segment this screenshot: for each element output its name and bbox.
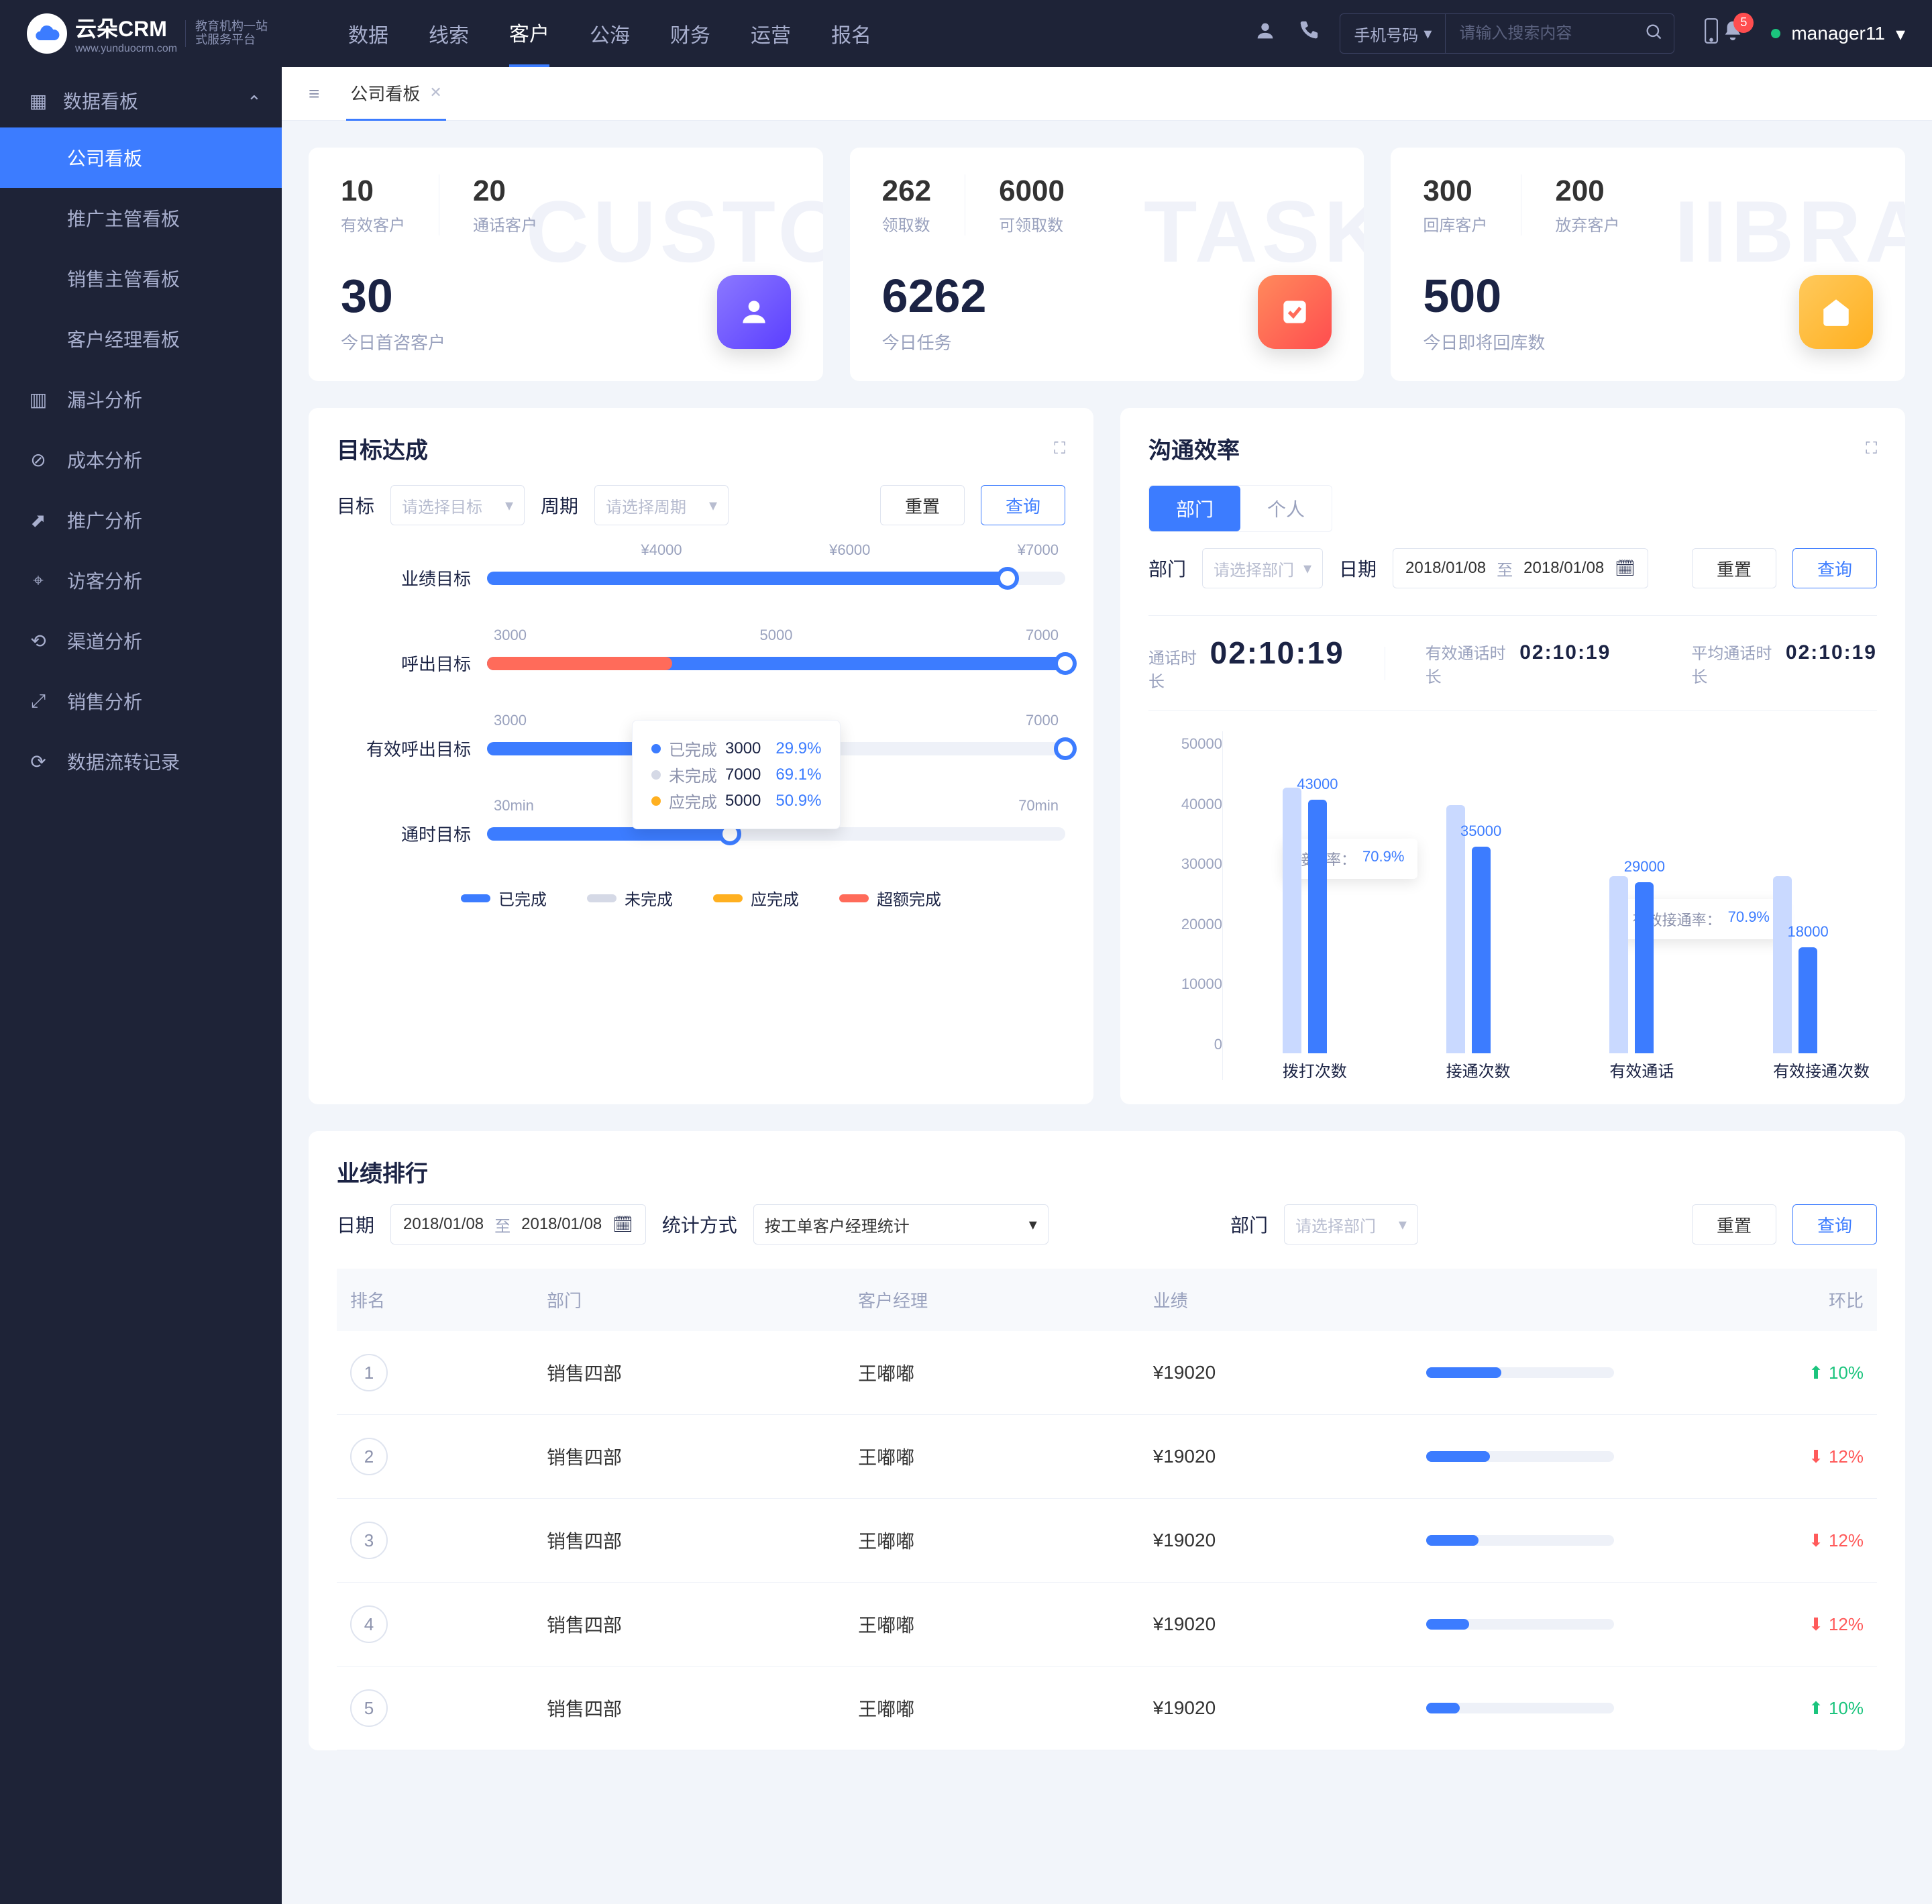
targets-reset[interactable]: 重置: [880, 485, 965, 525]
sidebar-item-1[interactable]: 推广主管看板: [0, 188, 282, 248]
chevron-down-icon: ▾: [1896, 23, 1905, 45]
sidebar-single-2[interactable]: ⬈推广分析: [0, 490, 282, 550]
search-box: 手机号码▾: [1340, 13, 1674, 54]
menu-icon: ⊘: [27, 449, 50, 471]
topnav-1[interactable]: 线索: [429, 0, 469, 67]
sidebar-single-6[interactable]: ⟳数据流转记录: [0, 731, 282, 792]
comm-query[interactable]: 查询: [1792, 548, 1877, 588]
bell-icon[interactable]: 5: [1721, 19, 1744, 48]
comm-tab-dept[interactable]: 部门: [1149, 486, 1240, 531]
sidebar-item-3[interactable]: 客户经理看板: [0, 309, 282, 369]
table-row[interactable]: 1销售四部王嘟嘟¥19020⬆10%: [337, 1331, 1877, 1415]
mobile-icon[interactable]: [1701, 17, 1721, 50]
dashboard-icon: ▦: [27, 90, 50, 112]
table-row[interactable]: 5销售四部王嘟嘟¥19020⬆10%: [337, 1667, 1877, 1750]
comm-tab-person[interactable]: 个人: [1240, 486, 1332, 531]
sidebar-group-dashboard[interactable]: ▦数据看板: [0, 74, 282, 127]
sidebar-single-4[interactable]: ⟲渠道分析: [0, 611, 282, 671]
comm-tabs: 部门 个人: [1148, 485, 1332, 532]
hamburger-icon[interactable]: ≡: [309, 83, 319, 105]
status-dot: [1771, 29, 1780, 38]
comm-chart: 50000400003000020000100000 接通率：70.9% 有效接…: [1148, 731, 1877, 1080]
comm-metrics: 通话时长02:10:19 有效通话时长02:10:19 平均通话时长02:10:…: [1148, 615, 1877, 711]
topnav-2[interactable]: 客户: [509, 0, 549, 67]
stat-card-0: CUSTO10有效客户20通话客户30今日首咨客户: [309, 148, 823, 381]
menu-icon: ▥: [27, 388, 50, 411]
content: ≡ 公司看板✕ CUSTO10有效客户20通话客户30今日首咨客户TASK262…: [282, 67, 1932, 1904]
expand-icon[interactable]: ⛶: [1054, 439, 1065, 458]
search-button[interactable]: [1633, 22, 1674, 46]
sidebar-item-0[interactable]: 公司看板: [0, 127, 282, 188]
menu-icon: ⌖: [27, 570, 50, 592]
avatar-icon[interactable]: [1254, 19, 1277, 48]
notif-badge: 5: [1733, 13, 1754, 33]
menu-icon: ⟲: [27, 630, 50, 652]
rank-table: 排名 部门 客户经理 业绩 环比 1销售四部王嘟嘟¥19020⬆10%2销售四部…: [337, 1269, 1877, 1750]
tab-company[interactable]: 公司看板✕: [346, 67, 445, 121]
topnav-5[interactable]: 运营: [751, 0, 791, 67]
rank-dept-select[interactable]: 请选择部门▾: [1284, 1204, 1418, 1245]
sidebar-single-3[interactable]: ⌖访客分析: [0, 550, 282, 611]
calendar-icon: 🗓: [1615, 559, 1635, 578]
goal-label: 目标: [337, 492, 374, 519]
comm-reset[interactable]: 重置: [1692, 548, 1776, 588]
comm-title: 沟通效率: [1148, 432, 1240, 465]
panel-targets: 目标达成 ⛶ 目标 请选择目标▾ 周期 请选择周期▾ 重置 查询: [309, 408, 1093, 1104]
panel-rank: 业绩排行 日期 2018/01/08至2018/01/08 🗓 统计方式 按工单…: [309, 1131, 1905, 1750]
comm-date-range[interactable]: 2018/01/08至2018/01/08 🗓: [1393, 548, 1648, 588]
user-menu[interactable]: manager11 ▾: [1771, 23, 1905, 45]
targets-tooltip: 已完成300029.9% 未完成700069.1% 应完成500050.9%: [632, 720, 841, 829]
table-row[interactable]: 3销售四部王嘟嘟¥19020⬇12%: [337, 1499, 1877, 1583]
targets-legend: 已完成 未完成 应完成 超额完成: [337, 886, 1065, 910]
menu-icon: ⟳: [27, 751, 50, 773]
expand-icon[interactable]: ⛶: [1866, 439, 1877, 458]
period-select[interactable]: 请选择周期▾: [594, 485, 729, 525]
topnav-4[interactable]: 财务: [670, 0, 710, 67]
rank-query[interactable]: 查询: [1792, 1204, 1877, 1245]
stat-card-2: IIBRA300回库客户200放弃客户500今日即将回库数: [1391, 148, 1905, 381]
rank-reset[interactable]: 重置: [1692, 1204, 1776, 1245]
topbar: 云朵CRM www.yunduocrm.com 教育机构一站式服务平台 数据线索…: [0, 0, 1932, 67]
topnav-3[interactable]: 公海: [590, 0, 630, 67]
phone-icon[interactable]: [1297, 19, 1320, 48]
user-name: manager11: [1791, 23, 1885, 44]
cloud-icon: [27, 13, 67, 54]
brand-sub: 教育机构一站式服务平台: [185, 20, 268, 47]
menu-icon: ⬈: [27, 509, 50, 531]
period-label: 周期: [541, 492, 578, 519]
targets-title: 目标达成: [337, 432, 428, 465]
topnav-6[interactable]: 报名: [831, 0, 871, 67]
comm-dept-select[interactable]: 请选择部门▾: [1202, 548, 1323, 588]
close-icon[interactable]: ✕: [429, 84, 441, 101]
menu-icon: ⤢: [27, 690, 50, 712]
sidebar-single-1[interactable]: ⊘成本分析: [0, 429, 282, 490]
calendar-icon: 🗓: [612, 1215, 633, 1234]
sidebar-single-5[interactable]: ⤢销售分析: [0, 671, 282, 731]
table-row[interactable]: 2销售四部王嘟嘟¥19020⬇12%: [337, 1415, 1877, 1499]
tabbar: ≡ 公司看板✕: [282, 67, 1932, 121]
sidebar-single-0[interactable]: ▥漏斗分析: [0, 369, 282, 429]
stat-card-1: TASK262领取数6000可领取数6262今日任务: [850, 148, 1364, 381]
panel-comm: 沟通效率 ⛶ 部门 个人 部门 请选择部门▾ 日期 2: [1120, 408, 1905, 1104]
rank-title: 业绩排行: [337, 1155, 1877, 1188]
goal-select[interactable]: 请选择目标▾: [390, 485, 525, 525]
topnav: 数据线索客户公海财务运营报名: [348, 0, 871, 67]
rank-date-range[interactable]: 2018/01/08至2018/01/08 🗓: [390, 1204, 646, 1245]
sidebar-item-2[interactable]: 销售主管看板: [0, 248, 282, 309]
topnav-0[interactable]: 数据: [348, 0, 388, 67]
search-type-select[interactable]: 手机号码▾: [1340, 14, 1446, 53]
tgt-label-1: 业绩目标: [337, 566, 471, 590]
brand-name: 云朵CRM: [75, 12, 177, 43]
targets-query[interactable]: 查询: [981, 485, 1065, 525]
logo: 云朵CRM www.yunduocrm.com 教育机构一站式服务平台: [27, 12, 268, 55]
rank-method-select[interactable]: 按工单客户经理统计▾: [753, 1204, 1049, 1245]
table-row[interactable]: 4销售四部王嘟嘟¥19020⬇12%: [337, 1583, 1877, 1667]
search-input[interactable]: [1446, 24, 1633, 43]
sidebar: ▦数据看板 公司看板推广主管看板销售主管看板客户经理看板 ▥漏斗分析⊘成本分析⬈…: [0, 67, 282, 1904]
